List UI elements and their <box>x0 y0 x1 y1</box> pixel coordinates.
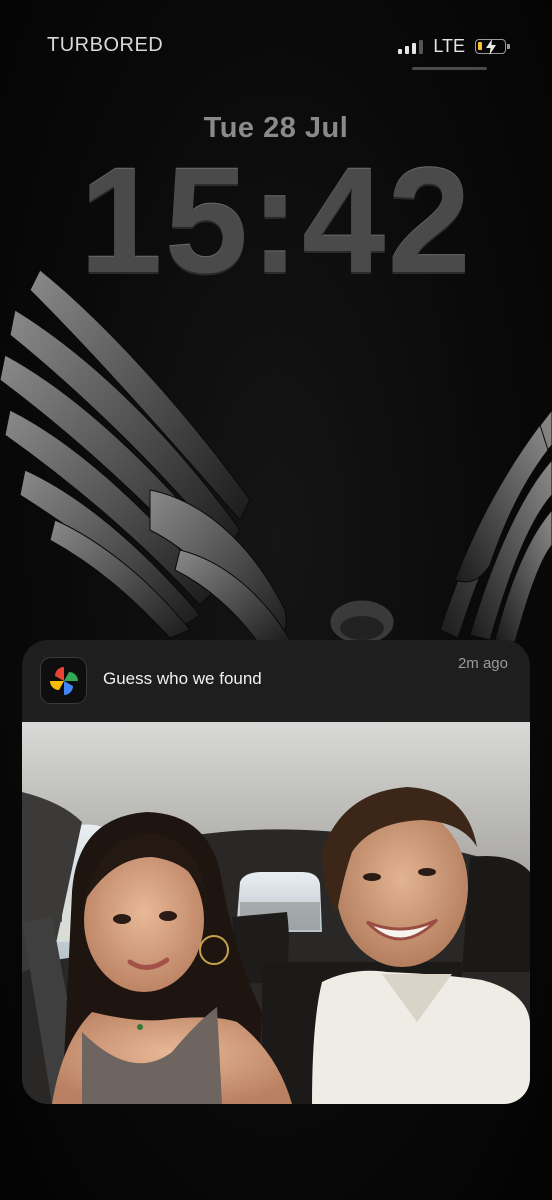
notification-title: Guess who we found <box>103 669 262 688</box>
notification-header: Guess who we found 2m ago <box>22 640 530 722</box>
lock-screen: TURBORED LTE Tue 28 Jul 15:42 Guess who … <box>0 0 552 1200</box>
battery-icon <box>475 38 510 55</box>
notification-timestamp: 2m ago <box>457 655 508 672</box>
charging-bolt-icon <box>486 38 496 55</box>
network-type: LTE <box>433 35 465 56</box>
notification-card[interactable]: Guess who we found 2m ago <box>22 640 530 1104</box>
cellular-signal-icon <box>398 38 424 54</box>
battery-level <box>478 41 482 50</box>
notification-photo[interactable] <box>22 722 530 1104</box>
status-indicators: LTE <box>398 34 510 58</box>
carrier-name: TURBORED <box>47 34 164 56</box>
focus-indicator-bar <box>412 67 487 70</box>
google-photos-icon <box>40 657 87 704</box>
wallpaper-wings <box>0 269 552 646</box>
lockscreen-clock: 15:42 <box>79 136 473 304</box>
